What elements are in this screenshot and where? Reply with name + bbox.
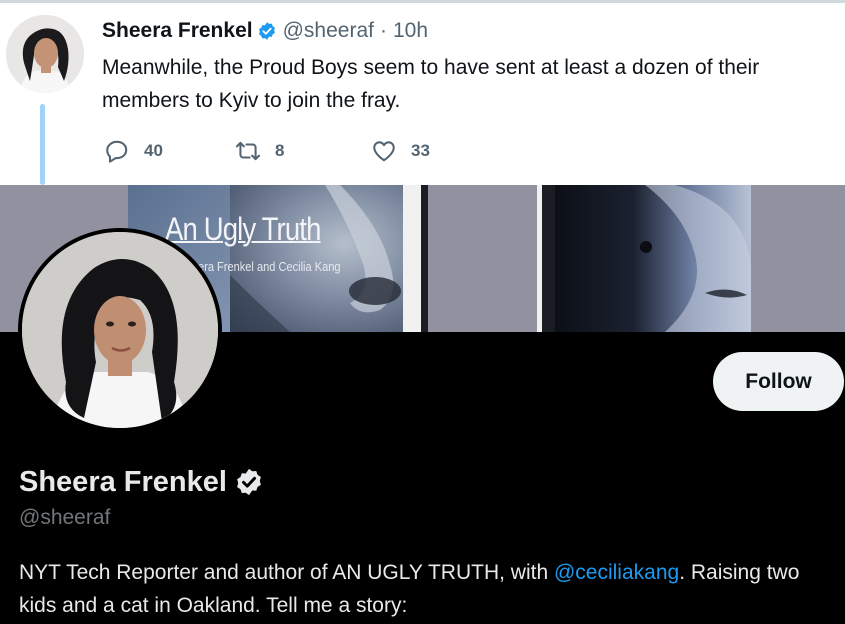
cover-gap	[421, 185, 428, 332]
tweet-author-avatar[interactable]	[6, 15, 84, 93]
profile-display-name: Sheera Frenkel	[19, 465, 227, 498]
reply-icon	[106, 140, 128, 163]
tweet-timestamp[interactable]: 10h	[393, 19, 428, 43]
tweet[interactable]: Sheera Frenkel @sheeraf · 10h Meanwhile,…	[0, 0, 845, 185]
profile-name-row: Sheera Frenkel	[19, 465, 264, 499]
divider	[0, 0, 845, 3]
verified-badge-icon	[258, 22, 275, 40]
verified-badge-icon[interactable]	[234, 467, 264, 497]
like-count: 33	[411, 141, 430, 160]
bio-mention-link[interactable]: @ceciliakang	[554, 561, 679, 584]
reply-button[interactable]: 40	[104, 138, 163, 164]
book-title: An Ugly Truth	[165, 211, 321, 247]
reply-count: 40	[144, 141, 163, 160]
retweet-icon	[235, 141, 261, 161]
profile-avatar[interactable]	[18, 228, 222, 432]
profile-photo	[22, 232, 218, 428]
bio-text: NYT Tech Reporter and author of AN UGLY …	[19, 561, 554, 584]
tweet-header: Sheera Frenkel @sheeraf · 10h	[102, 18, 428, 44]
separator-dot: ·	[379, 19, 387, 42]
book-spine	[403, 185, 421, 332]
tweet-author-name[interactable]: Sheera Frenkel	[102, 19, 253, 43]
tweet-text: Meanwhile, the Proud Boys seem to have s…	[102, 56, 760, 112]
heart-icon	[373, 141, 395, 162]
book-cover-right	[555, 185, 751, 332]
like-button[interactable]: 33	[371, 138, 430, 164]
retweet-button[interactable]: 8	[235, 138, 284, 164]
follow-button[interactable]: Follow	[713, 352, 844, 411]
profile-bio: NYT Tech Reporter and author of AN UGLY …	[19, 556, 839, 622]
cover-gap	[542, 185, 555, 332]
retweet-count: 8	[275, 141, 285, 160]
book-authors: era Frenkel and Cecilia Kang	[198, 259, 341, 274]
thread-connector-line	[40, 104, 45, 185]
profile-handle: @sheeraf	[19, 506, 111, 529]
tweet-author-handle[interactable]: @sheeraf	[283, 19, 374, 43]
